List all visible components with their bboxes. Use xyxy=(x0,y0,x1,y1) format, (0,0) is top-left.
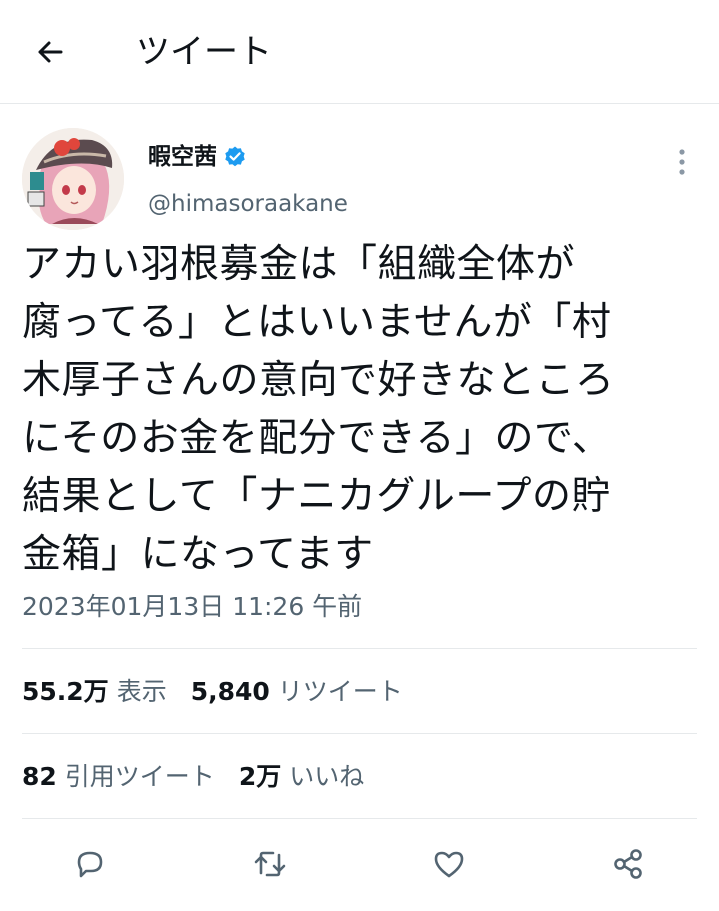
tweet-timestamp[interactable]: 2023年01月13日 11:26 午前 xyxy=(22,589,362,625)
share-button[interactable] xyxy=(600,836,656,892)
arrow-left-icon xyxy=(38,41,63,63)
likes-label[interactable]: いいね xyxy=(289,759,364,795)
stats-row-views-retweets: 55.2万 表示 5,840 リツイート xyxy=(22,674,427,710)
display-name: 暇空茜 xyxy=(148,144,217,170)
user-name[interactable]: 暇空茜 xyxy=(148,140,247,174)
likes-count[interactable]: 2万 xyxy=(239,759,281,795)
quotes-count[interactable]: 82 xyxy=(22,759,57,795)
retweet-button[interactable] xyxy=(242,836,298,892)
like-button[interactable] xyxy=(421,836,477,892)
quotes-label[interactable]: 引用ツイート xyxy=(65,759,215,795)
heart-icon xyxy=(434,851,464,878)
views-label: 表示 xyxy=(116,677,167,706)
retweets-label[interactable]: リツイート xyxy=(278,674,403,710)
verified-badge-icon xyxy=(225,146,245,167)
divider xyxy=(22,818,697,819)
top-bar: ツイート xyxy=(0,0,719,104)
divider xyxy=(22,648,697,649)
reply-button[interactable] xyxy=(62,836,118,892)
divider xyxy=(22,733,697,734)
tweet-text: アカい羽根募金は「組織全体が 腐ってる」とはいいませんが「村 木厚子さんの意向で… xyxy=(22,242,615,577)
stats-row-quotes-likes: 82 引用ツイート 2万 いいね xyxy=(22,759,388,795)
retweet-icon xyxy=(254,851,286,877)
more-options-button[interactable] xyxy=(664,142,700,182)
share-icon xyxy=(614,849,642,879)
action-bar xyxy=(0,836,719,892)
user-handle[interactable]: @himasoraakane xyxy=(148,187,348,221)
views-count: 55.2万 xyxy=(22,677,109,706)
page-title: ツイート xyxy=(136,32,272,72)
retweets-count[interactable]: 5,840 xyxy=(191,674,270,710)
avatar[interactable] xyxy=(22,128,124,230)
more-vertical-icon xyxy=(679,149,685,175)
back-button[interactable] xyxy=(30,32,70,72)
reply-icon xyxy=(77,851,103,878)
